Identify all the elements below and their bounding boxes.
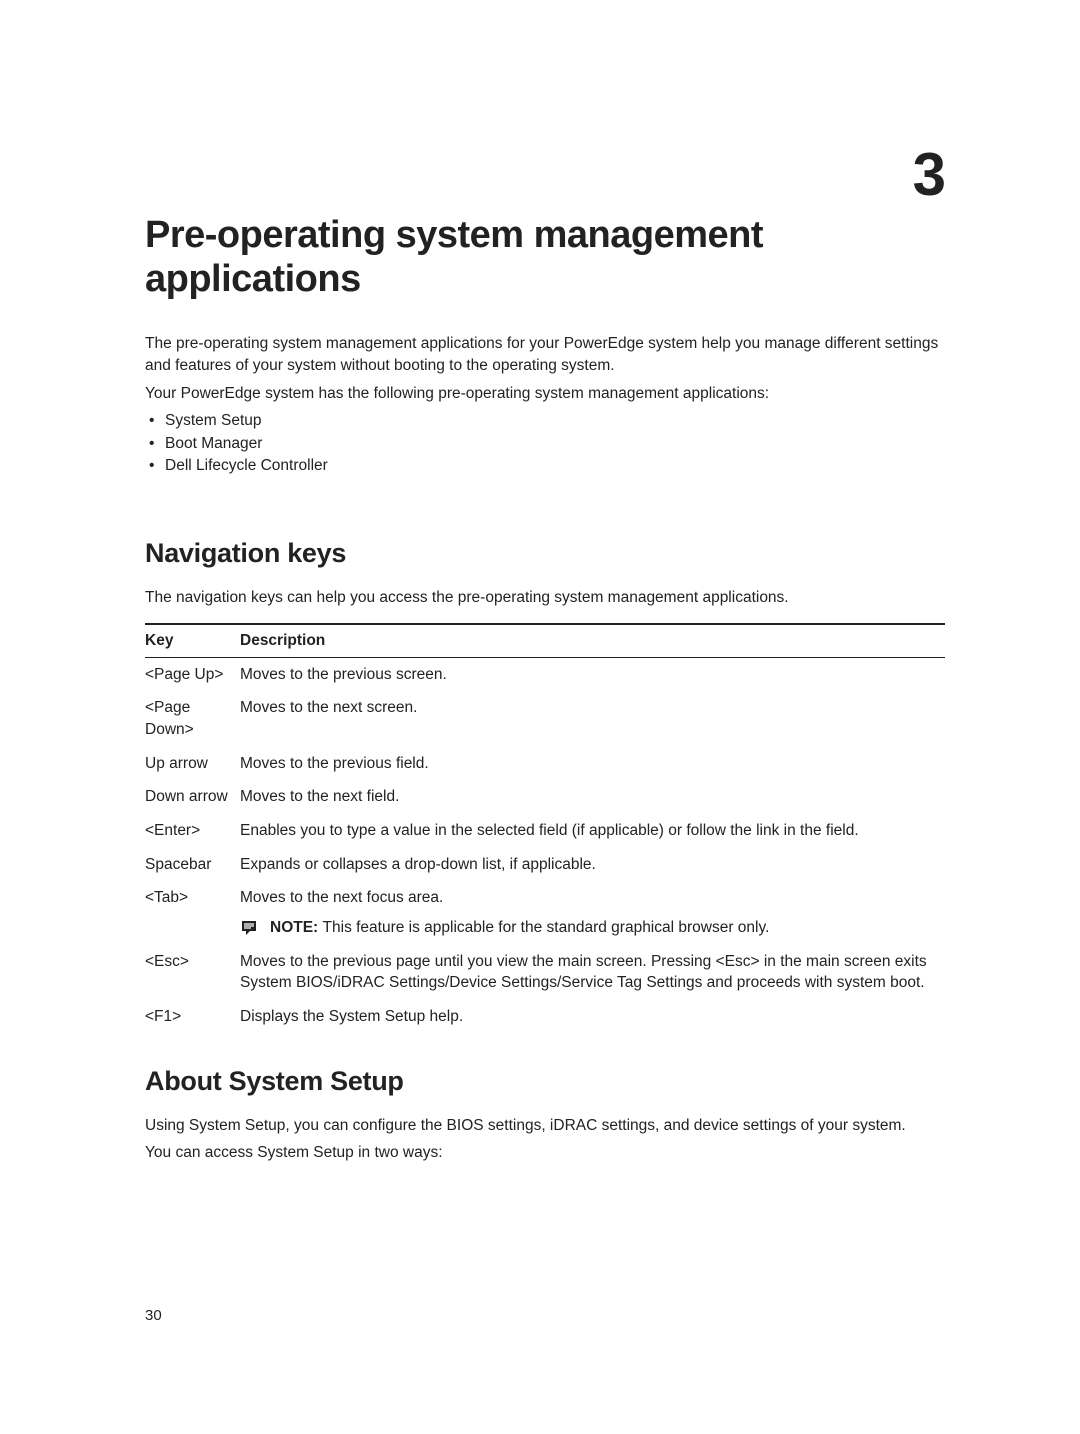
table-row: <Enter> Enables you to type a value in t… [145, 814, 945, 848]
desc-cell: Moves to the previous screen. [240, 657, 945, 691]
intro-paragraph-1: The pre-operating system management appl… [145, 333, 945, 376]
note-label: NOTE: [270, 919, 323, 936]
desc-cell: Moves to the previous page until you vie… [240, 945, 945, 1000]
list-item: Boot Manager [145, 433, 945, 455]
desc-cell: Moves to the next focus area. NOTE: This… [240, 881, 945, 944]
chapter-number: 3 [145, 140, 945, 209]
key-cell: Spacebar [145, 848, 240, 882]
note-body: This feature is applicable for the stand… [323, 919, 770, 936]
navigation-keys-heading: Navigation keys [145, 538, 945, 569]
note-block: NOTE: This feature is applicable for the… [240, 917, 945, 939]
key-cell: Down arrow [145, 780, 240, 814]
intro-paragraph-2: Your PowerEdge system has the following … [145, 383, 945, 405]
intro-list: System Setup Boot Manager Dell Lifecycle… [145, 410, 945, 477]
navigation-keys-table: Key Description <Page Up> Moves to the p… [145, 623, 945, 1034]
navigation-keys-lead: The navigation keys can help you access … [145, 587, 945, 609]
desc-text: Moves to the next focus area. [240, 889, 443, 906]
note-text: NOTE: This feature is applicable for the… [270, 917, 769, 939]
table-row: Spacebar Expands or collapses a drop-dow… [145, 848, 945, 882]
table-row: <Esc> Moves to the previous page until y… [145, 945, 945, 1000]
list-item: Dell Lifecycle Controller [145, 455, 945, 477]
key-cell: <Enter> [145, 814, 240, 848]
desc-cell: Expands or collapses a drop-down list, i… [240, 848, 945, 882]
desc-cell: Moves to the next field. [240, 780, 945, 814]
desc-cell: Displays the System Setup help. [240, 1000, 945, 1034]
list-item: System Setup [145, 410, 945, 432]
table-row: Up arrow Moves to the previous field. [145, 747, 945, 781]
table-header-description: Description [240, 624, 945, 658]
table-row: <Page Up> Moves to the previous screen. [145, 657, 945, 691]
desc-cell: Moves to the previous field. [240, 747, 945, 781]
note-icon [240, 919, 258, 937]
table-row: Down arrow Moves to the next field. [145, 780, 945, 814]
key-cell: <Page Down> [145, 691, 240, 746]
page-number: 30 [145, 1307, 162, 1324]
key-cell: <Esc> [145, 945, 240, 1000]
about-paragraph-1: Using System Setup, you can configure th… [145, 1115, 945, 1137]
desc-cell: Enables you to type a value in the selec… [240, 814, 945, 848]
key-cell: <Page Up> [145, 657, 240, 691]
desc-cell: Moves to the next screen. [240, 691, 945, 746]
table-row: <Page Down> Moves to the next screen. [145, 691, 945, 746]
table-row: <F1> Displays the System Setup help. [145, 1000, 945, 1034]
key-cell: <F1> [145, 1000, 240, 1034]
key-cell: Up arrow [145, 747, 240, 781]
chapter-title: Pre-operating system management applicat… [145, 214, 945, 301]
key-cell: <Tab> [145, 881, 240, 944]
about-paragraph-2: You can access System Setup in two ways: [145, 1142, 945, 1164]
table-header-key: Key [145, 624, 240, 658]
about-system-setup-heading: About System Setup [145, 1066, 945, 1097]
table-row: <Tab> Moves to the next focus area. NOTE… [145, 881, 945, 944]
